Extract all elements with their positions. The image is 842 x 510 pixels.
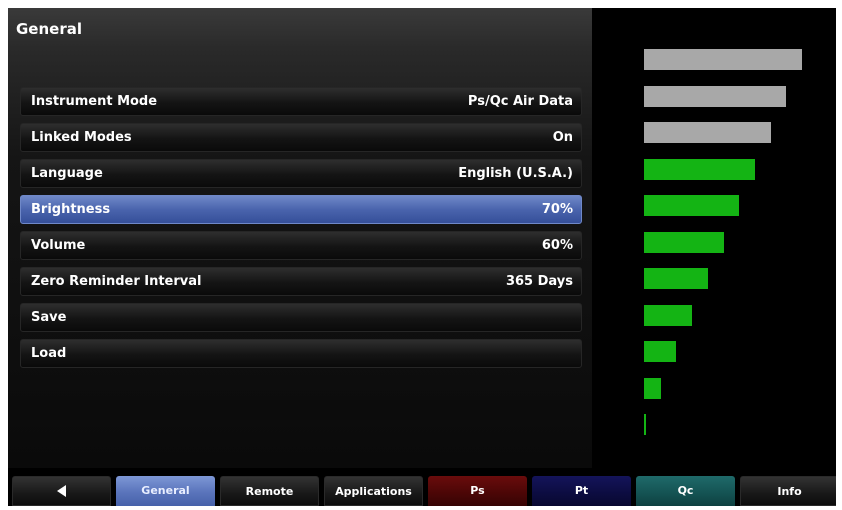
setting-label: Load bbox=[31, 346, 67, 361]
setting-row-zero-reminder-interval[interactable]: Zero Reminder Interval 365 Days bbox=[20, 267, 582, 296]
brightness-level-bar bbox=[644, 159, 755, 180]
back-button[interactable] bbox=[12, 476, 111, 506]
settings-list: Instrument Mode Ps/Qc Air Data Linked Mo… bbox=[20, 87, 582, 375]
setting-label: Zero Reminder Interval bbox=[31, 274, 202, 289]
setting-value: English (U.S.A.) bbox=[458, 166, 573, 181]
setting-row-language[interactable]: Language English (U.S.A.) bbox=[20, 159, 582, 188]
panel-title: General bbox=[16, 20, 82, 38]
setting-row-load[interactable]: Load bbox=[20, 339, 582, 368]
brightness-level-bar bbox=[644, 86, 786, 107]
setting-value: 60% bbox=[541, 238, 573, 253]
tab-qc[interactable]: Qc bbox=[636, 476, 735, 506]
setting-row-volume[interactable]: Volume 60% bbox=[20, 231, 582, 260]
brightness-scale[interactable] bbox=[592, 8, 836, 468]
setting-label: Brightness bbox=[31, 202, 111, 217]
tab-ps[interactable]: Ps bbox=[428, 476, 527, 506]
setting-row-instrument-mode[interactable]: Instrument Mode Ps/Qc Air Data bbox=[20, 87, 582, 116]
tab-info[interactable]: Info bbox=[740, 476, 836, 506]
tab-pt[interactable]: Pt bbox=[532, 476, 631, 506]
brightness-level-bar bbox=[644, 195, 739, 216]
tab-applications[interactable]: Applications bbox=[324, 476, 423, 506]
setting-value: 70% bbox=[541, 202, 573, 217]
brightness-level-bar bbox=[644, 414, 646, 435]
brightness-level-bar bbox=[644, 268, 708, 289]
bottom-tab-bar: General Remote Applications Ps Pt Qc Inf… bbox=[8, 470, 836, 506]
device-screen: General Instrument Mode Ps/Qc Air Data L… bbox=[8, 8, 836, 506]
tab-remote[interactable]: Remote bbox=[220, 476, 319, 506]
setting-value: 365 Days bbox=[505, 274, 573, 289]
setting-row-save[interactable]: Save bbox=[20, 303, 582, 332]
setting-value: On bbox=[552, 130, 573, 145]
brightness-level-bar bbox=[644, 378, 661, 399]
setting-row-linked-modes[interactable]: Linked Modes On bbox=[20, 123, 582, 152]
setting-label: Language bbox=[31, 166, 103, 181]
setting-value: Ps/Qc Air Data bbox=[467, 94, 573, 109]
setting-label: Linked Modes bbox=[31, 130, 132, 145]
brightness-level-bar bbox=[644, 232, 724, 253]
setting-label: Instrument Mode bbox=[31, 94, 158, 109]
setting-label: Volume bbox=[31, 238, 86, 253]
brightness-level-bar bbox=[644, 341, 676, 362]
setting-row-brightness[interactable]: Brightness 70% bbox=[20, 195, 582, 224]
tab-general[interactable]: General bbox=[116, 476, 215, 506]
brightness-level-bar bbox=[644, 305, 692, 326]
general-settings-panel: General Instrument Mode Ps/Qc Air Data L… bbox=[8, 8, 592, 468]
brightness-level-bar bbox=[644, 49, 802, 70]
brightness-level-bar bbox=[644, 122, 771, 143]
back-arrow-icon bbox=[57, 485, 66, 497]
setting-label: Save bbox=[31, 310, 67, 325]
